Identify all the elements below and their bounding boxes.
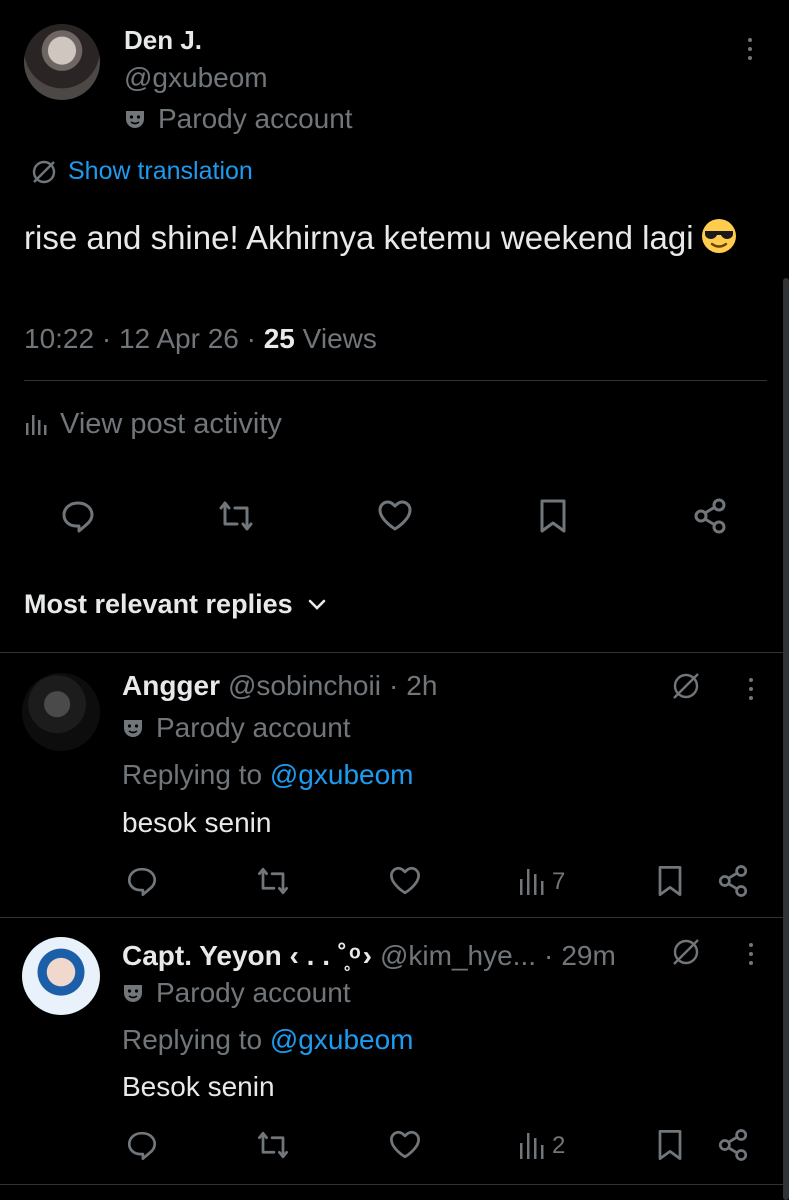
translate-icon[interactable] (670, 670, 702, 702)
bookmark-icon[interactable] (531, 494, 575, 538)
author-name[interactable]: Den J. (124, 25, 202, 56)
more-options-icon[interactable] (735, 38, 765, 74)
translate-icon[interactable] (670, 936, 702, 968)
analytics-icon (24, 413, 50, 437)
divider (0, 1184, 789, 1185)
view-post-activity-link[interactable]: View post activity (24, 408, 282, 441)
reply-text: Besok senin (122, 1071, 275, 1102)
bookmark-icon[interactable] (650, 861, 690, 901)
share-icon[interactable] (713, 1125, 753, 1165)
show-translation-label: Show translation (68, 157, 253, 185)
replying-prefix: Replying to (122, 759, 263, 790)
reply-author-handle[interactable]: @kim_hye... (380, 940, 536, 972)
parody-badge: Parody account (122, 712, 351, 744)
repost-icon[interactable] (253, 1125, 293, 1165)
post-meta: 10:22 · 12 Apr 26 · 25 Views (24, 323, 377, 354)
views-count: 7 (552, 868, 566, 895)
post-body: rise and shine! Akhirnya ketemu weekend … (24, 219, 694, 256)
reply-header: Capt. Yeyon ‹ . . ˚̥ ͦ › @kim_hye... · 2… (122, 940, 616, 972)
replying-handle-link[interactable]: @gxubeom (270, 759, 414, 790)
theater-mask-icon (122, 717, 144, 739)
parody-label: Parody account (156, 712, 351, 743)
reply-author-name[interactable]: Capt. Yeyon ‹ . . ˚̥ ͦ › (122, 940, 372, 972)
replying-prefix: Replying to (122, 1024, 263, 1055)
parody-badge: Parody account (122, 977, 351, 1009)
show-translation-link[interactable]: Show translation (30, 157, 253, 186)
divider (0, 917, 789, 918)
like-icon[interactable] (373, 494, 417, 538)
divider (24, 380, 767, 381)
author-handle[interactable]: @gxubeom (124, 62, 268, 94)
replies-sort-label: Most relevant replies (24, 589, 293, 619)
like-icon[interactable] (385, 1125, 425, 1165)
post-time: 10:22 (24, 323, 95, 354)
views-label: Views (302, 323, 377, 354)
like-icon[interactable] (385, 861, 425, 901)
replying-to: Replying to @gxubeom (122, 1024, 413, 1056)
share-icon[interactable] (713, 861, 753, 901)
bookmark-icon[interactable] (650, 1125, 690, 1165)
reply-separator: · (544, 940, 554, 971)
share-icon[interactable] (688, 494, 732, 538)
activity-label: View post activity (60, 408, 282, 440)
scrollbar[interactable] (783, 278, 789, 1200)
views-count: 25 (263, 323, 295, 354)
reply-icon[interactable] (122, 1125, 162, 1165)
reply-author-name-deco: ‹ . . ˚̥ ͦ › (289, 940, 372, 971)
reply-icon[interactable] (122, 861, 162, 901)
theater-mask-icon (124, 108, 146, 130)
parody-label: Parody account (156, 977, 351, 1008)
repost-icon[interactable] (214, 494, 258, 538)
reply-author-name-main: Capt. Yeyon (122, 940, 282, 971)
reply-author-name[interactable]: Angger (122, 670, 220, 702)
parody-label: Parody account (158, 103, 353, 134)
more-options-icon[interactable] (741, 678, 761, 700)
reply-avatar[interactable] (22, 673, 100, 751)
divider (0, 652, 789, 653)
chevron-down-icon (307, 598, 327, 612)
replies-sort-dropdown[interactable]: Most relevant replies (24, 589, 327, 620)
sunglasses-emoji-icon (700, 217, 738, 255)
reply-author-handle[interactable]: @sobinchoii (228, 670, 381, 702)
parody-badge: Parody account (124, 103, 353, 135)
author-avatar[interactable] (24, 24, 100, 100)
replying-handle-link[interactable]: @gxubeom (270, 1024, 414, 1055)
reply-separator: · (388, 670, 399, 701)
more-options-icon[interactable] (741, 943, 761, 965)
post-date: 12 Apr 26 (118, 323, 239, 354)
repost-icon[interactable] (253, 861, 293, 901)
reply-text: besok senin (122, 807, 272, 838)
reply-time[interactable]: 2h (406, 670, 437, 702)
theater-mask-icon (122, 982, 144, 1004)
reply-header: Angger @sobinchoii · 2h (122, 670, 437, 702)
translate-icon (30, 158, 58, 186)
reply-time[interactable]: 29m (561, 940, 615, 972)
reply-avatar[interactable] (22, 937, 100, 1015)
replying-to: Replying to @gxubeom (122, 759, 413, 791)
reply-icon[interactable] (56, 494, 100, 538)
post-text: rise and shine! Akhirnya ketemu weekend … (24, 214, 764, 262)
views-count: 2 (552, 1132, 566, 1159)
